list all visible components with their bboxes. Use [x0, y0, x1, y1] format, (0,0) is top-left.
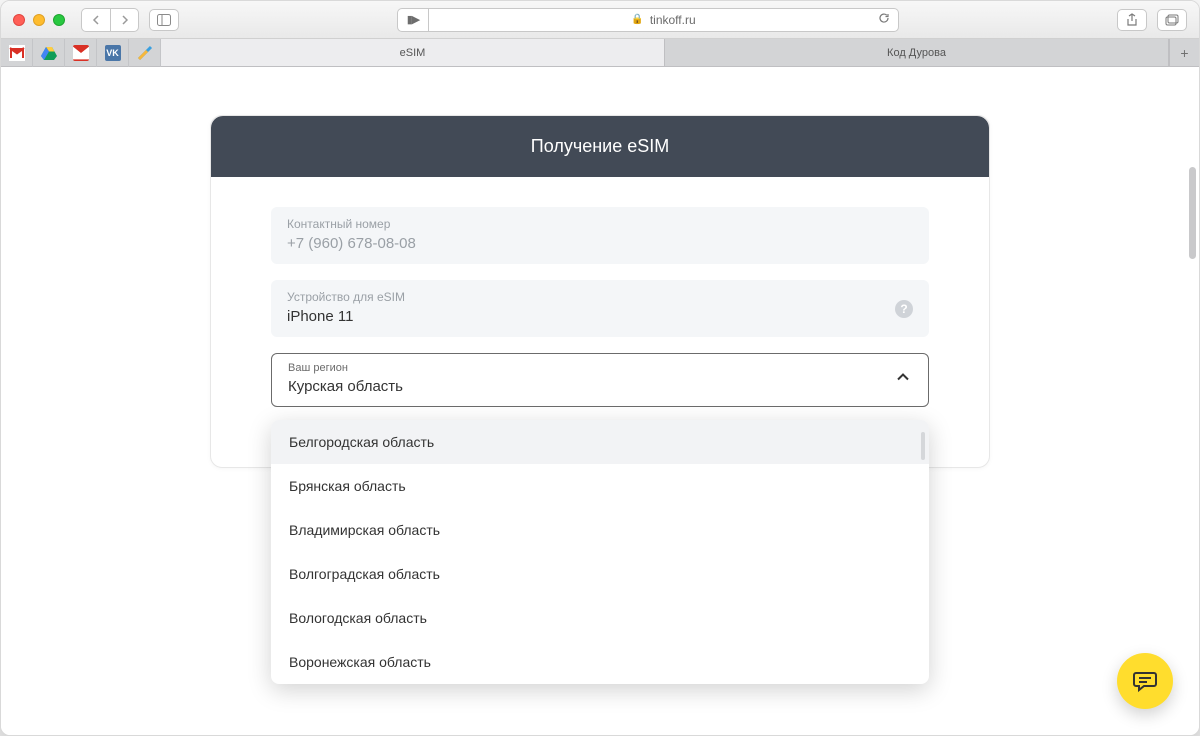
device-label: Устройство для eSIM	[287, 290, 913, 304]
card-body: Контактный номер +7 (960) 678-08-08 Устр…	[211, 177, 989, 467]
device-value: iPhone 11	[287, 308, 913, 325]
tab-esim[interactable]: eSIM	[161, 39, 665, 66]
maximize-window-icon[interactable]	[53, 14, 65, 26]
favorites-row: VK	[1, 39, 161, 66]
region-option[interactable]: Вологодская область	[271, 596, 929, 640]
contact-label: Контактный номер	[287, 217, 913, 231]
favorite-vk-icon[interactable]: VK	[97, 39, 129, 67]
card-title: Получение eSIM	[211, 116, 989, 177]
reader-mode-button[interactable]: ▮▶	[397, 8, 429, 32]
region-field[interactable]: Ваш регион	[271, 353, 929, 407]
chat-button[interactable]	[1117, 653, 1173, 709]
forward-button[interactable]	[110, 9, 138, 31]
minimize-window-icon[interactable]	[33, 14, 45, 26]
tabs-overview-button[interactable]	[1157, 9, 1187, 31]
back-button[interactable]	[82, 9, 110, 31]
contact-number-field: Контактный номер +7 (960) 678-08-08	[271, 207, 929, 264]
chat-icon	[1132, 668, 1158, 694]
region-option[interactable]: Волгоградская область	[271, 552, 929, 596]
contact-value: +7 (960) 678-08-08	[287, 235, 913, 252]
close-window-icon[interactable]	[13, 14, 25, 26]
sidebar-toggle-button[interactable]	[149, 9, 179, 31]
address-bar[interactable]: 🔒 tinkoff.ru	[429, 8, 899, 32]
url-host: tinkoff.ru	[650, 13, 696, 27]
new-tab-button[interactable]: +	[1169, 39, 1199, 66]
favorite-drive-icon[interactable]	[33, 39, 65, 67]
region-dropdown: Белгородская область Брянская область Вл…	[271, 420, 929, 684]
region-option[interactable]: Белгородская область	[271, 420, 929, 464]
share-button[interactable]	[1117, 9, 1147, 31]
region-input[interactable]	[288, 378, 850, 395]
favorite-arrow-icon[interactable]	[129, 39, 161, 67]
region-option[interactable]: Владимирская область	[271, 508, 929, 552]
page-viewport: Получение eSIM Контактный номер +7 (960)…	[1, 67, 1199, 735]
favorite-gmail-icon[interactable]	[1, 39, 33, 67]
titlebar: ▮▶ 🔒 tinkoff.ru	[1, 1, 1199, 39]
favorite-mail-icon[interactable]	[65, 39, 97, 67]
tab-bar: VK eSIM Код Дурова +	[1, 39, 1199, 67]
esim-card: Получение eSIM Контактный номер +7 (960)…	[210, 115, 990, 468]
region-option[interactable]: Брянская область	[271, 464, 929, 508]
reload-icon[interactable]	[878, 12, 890, 27]
region-option[interactable]: Воронежская область	[271, 640, 929, 684]
tab-label: Код Дурова	[887, 47, 946, 59]
region-label: Ваш регион	[288, 362, 912, 374]
window-controls	[13, 14, 65, 26]
browser-window: ▮▶ 🔒 tinkoff.ru	[0, 0, 1200, 736]
dropdown-scrollbar[interactable]	[921, 432, 925, 460]
nav-back-forward	[81, 8, 139, 32]
device-field[interactable]: Устройство для eSIM iPhone 11 ?	[271, 280, 929, 337]
tab-durov[interactable]: Код Дурова	[665, 39, 1169, 66]
tab-label: eSIM	[400, 47, 426, 59]
help-icon[interactable]: ?	[895, 300, 913, 318]
scrollbar-thumb[interactable]	[1189, 167, 1196, 259]
chevron-up-icon[interactable]	[896, 371, 910, 390]
lock-icon: 🔒	[631, 14, 643, 25]
